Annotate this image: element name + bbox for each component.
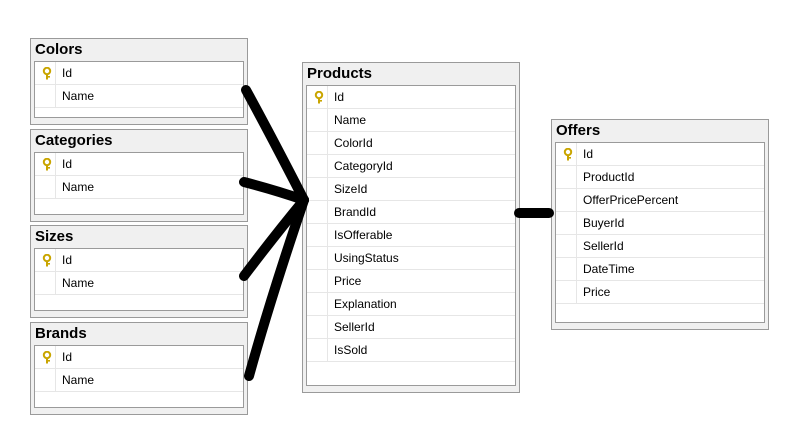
relationship-lines — [239, 85, 554, 381]
